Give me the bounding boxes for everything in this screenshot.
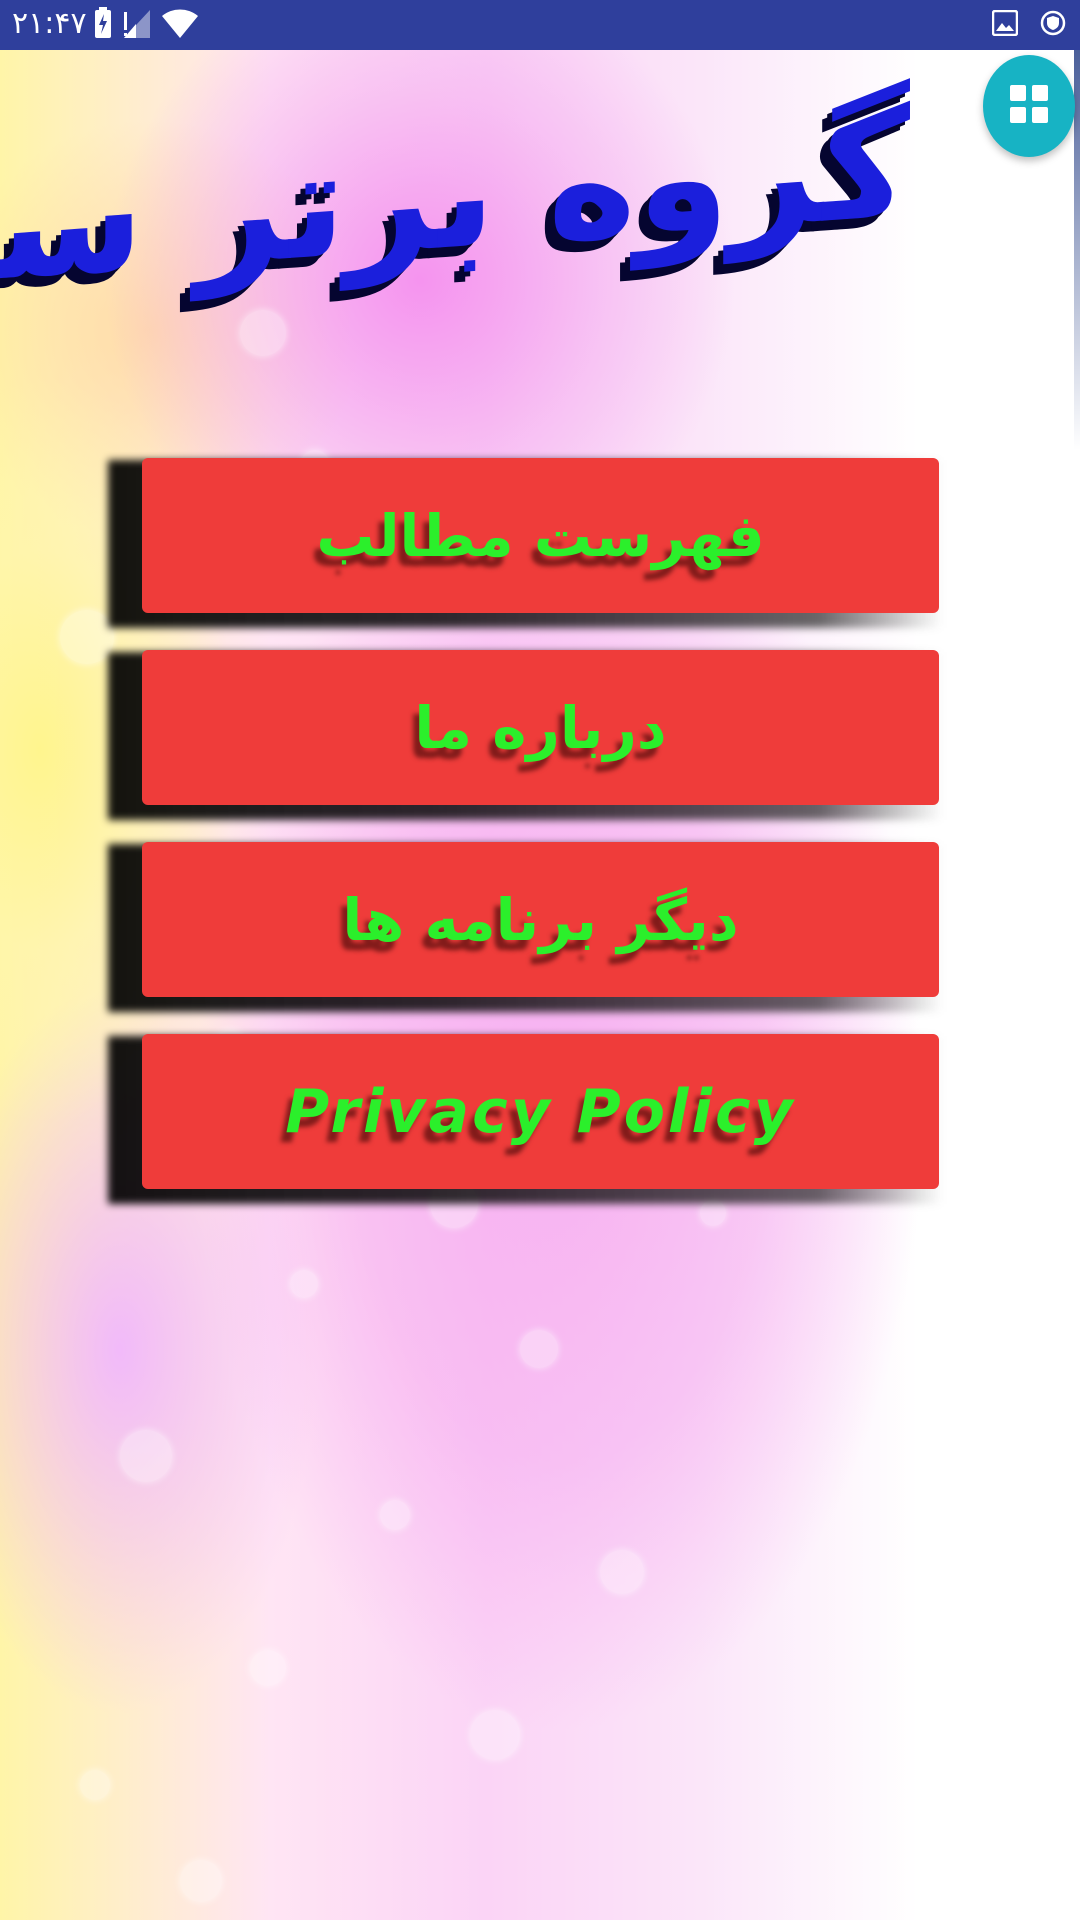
about-us-button[interactable]: درباره ما — [142, 650, 939, 805]
menu-item-other-apps[interactable]: دیگر برنامه ها — [108, 842, 943, 1012]
edge-shadow — [1074, 50, 1080, 450]
menu-item-privacy-policy[interactable]: Privacy Policy — [108, 1034, 943, 1204]
image-notification-icon — [991, 9, 1019, 40]
menu-item-contents[interactable]: فهرست مطالب — [108, 458, 943, 628]
contents-label: فهرست مطالب — [316, 501, 765, 570]
status-bar: ۲۱:۴۷ — [0, 0, 1080, 50]
contents-button[interactable]: فهرست مطالب — [142, 458, 939, 613]
grid-apps-icon — [1009, 84, 1049, 128]
menu-item-about-us[interactable]: درباره ما — [108, 650, 943, 820]
wifi-icon — [160, 6, 200, 44]
status-icons — [92, 6, 200, 44]
other-apps-label: دیگر برنامه ها — [342, 885, 739, 954]
status-time: ۲۱:۴۷ — [12, 6, 87, 41]
privacy-policy-label: Privacy Policy — [285, 1076, 796, 1147]
vpn-shield-icon — [1040, 9, 1066, 41]
privacy-policy-button[interactable]: Privacy Policy — [142, 1034, 939, 1189]
status-icons-right — [991, 8, 1066, 42]
about-us-label: درباره ما — [414, 693, 667, 762]
apps-fab-button[interactable] — [983, 55, 1075, 157]
battery-charging-icon — [92, 6, 114, 44]
other-apps-button[interactable]: دیگر برنامه ها — [142, 842, 939, 997]
cellular-signal-icon — [122, 6, 152, 44]
